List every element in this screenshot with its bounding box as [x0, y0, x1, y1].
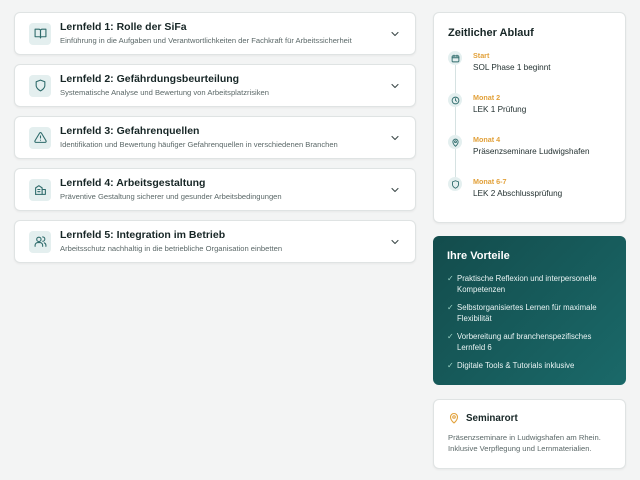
timeline-item: Start SOL Phase 1 beginnt [448, 51, 611, 93]
lernfeld-title: Lernfeld 3: Gefahrenquellen [60, 125, 200, 137]
seminarort-card: Seminarort Präsenzseminare in Ludwigshaf… [433, 399, 626, 469]
location-pin-icon [449, 412, 459, 424]
timeline-label: Monat 4 [473, 135, 501, 144]
building-icon [29, 178, 51, 201]
timeline-item: Monat 2 LEK 1 Prüfung [448, 93, 611, 135]
clock-icon [448, 93, 462, 107]
users-icon [29, 230, 51, 253]
calendar-icon [448, 51, 462, 65]
check-icon: ✓ [447, 274, 454, 283]
lernfeld-4-accordion[interactable]: Lernfeld 4: Arbeitsgestaltung Präventive… [14, 168, 416, 211]
vorteile-title: Ihre Vorteile [447, 250, 510, 262]
timeline-item: Monat 4 Präsenzseminare Ludwigshafen [448, 135, 611, 177]
timeline-value: SOL Phase 1 beginnt [473, 63, 551, 72]
lernfeld-title: Lernfeld 5: Integration im Betrieb [60, 229, 226, 241]
vorteile-card: Ihre Vorteile ✓ Praktische Reflexion und… [433, 236, 626, 385]
lernfeld-title: Lernfeld 1: Rolle der SiFa [60, 21, 187, 33]
book-icon [29, 22, 51, 45]
vorteile-text: Vorbereitung auf branchenspezifisches Le… [457, 332, 592, 352]
vorteile-text: Selbstorganisiertes Lernen für maximale … [457, 303, 597, 323]
seminarort-title: Seminarort [466, 412, 518, 424]
vorteile-item: ✓ Vorbereitung auf branchenspezifisches … [447, 331, 612, 353]
timeline-value: Präsenzseminare Ludwigshafen [473, 147, 590, 156]
check-icon: ✓ [447, 303, 454, 312]
lernfeld-subtitle: Identifikation und Bewertung häufiger Ge… [60, 140, 338, 149]
lernfeld-subtitle: Einführung in die Aufgaben und Verantwor… [60, 36, 352, 45]
lernfeld-5-accordion[interactable]: Lernfeld 5: Integration im Betrieb Arbei… [14, 220, 416, 263]
sidebar: Zeitlicher Ablauf Start SOL Phase 1 begi… [433, 12, 626, 469]
chevron-down-icon[interactable] [389, 132, 401, 144]
lernfeld-title: Lernfeld 4: Arbeitsgestaltung [60, 177, 206, 189]
timeline-item: Monat 6-7 LEK 2 Abschlussprüfung [448, 177, 611, 219]
timeline-list: Start SOL Phase 1 beginnt Monat 2 LEK 1 … [448, 51, 611, 219]
seminarort-text: Präsenzseminare in Ludwigshafen am Rhein… [448, 433, 601, 453]
lernfeld-subtitle: Präventive Gestaltung sicherer und gesun… [60, 192, 282, 201]
timeline-label: Monat 6-7 [473, 177, 507, 186]
check-icon: ✓ [447, 332, 454, 341]
warning-icon [29, 126, 51, 149]
lernfeld-3-accordion[interactable]: Lernfeld 3: Gefahrenquellen Identifikati… [14, 116, 416, 159]
timeline-label: Start [473, 51, 490, 60]
vorteile-text: Praktische Reflexion und interpersonelle… [457, 274, 597, 294]
lernfeld-1-accordion[interactable]: Lernfeld 1: Rolle der SiFa Einführung in… [14, 12, 416, 55]
vorteile-item: ✓ Digitale Tools & Tutorials inklusive [447, 360, 612, 371]
chevron-down-icon[interactable] [389, 236, 401, 248]
vorteile-item: ✓ Praktische Reflexion und interpersonel… [447, 273, 612, 295]
lernfelder-list: Lernfeld 1: Rolle der SiFa Einführung in… [14, 12, 416, 272]
vorteile-list: ✓ Praktische Reflexion und interpersonel… [447, 273, 612, 371]
shield-icon [29, 74, 51, 97]
timeline-value: LEK 1 Prüfung [473, 105, 527, 114]
timeline-label: Monat 2 [473, 93, 501, 102]
check-icon: ✓ [447, 361, 454, 370]
vorteile-item: ✓ Selbstorganisiertes Lernen für maximal… [447, 302, 612, 324]
lernfeld-subtitle: Arbeitsschutz nachhaltig in die betriebl… [60, 244, 283, 253]
timeline-value: LEK 2 Abschlussprüfung [473, 189, 563, 198]
chevron-down-icon[interactable] [389, 184, 401, 196]
timeline-title: Zeitlicher Ablauf [448, 27, 534, 39]
chevron-down-icon[interactable] [389, 28, 401, 40]
chevron-down-icon[interactable] [389, 80, 401, 92]
timeline-card: Zeitlicher Ablauf Start SOL Phase 1 begi… [433, 12, 626, 223]
lernfeld-2-accordion[interactable]: Lernfeld 2: Gefährdungsbeurteilung Syste… [14, 64, 416, 107]
location-pin-icon [448, 135, 462, 149]
lernfeld-title: Lernfeld 2: Gefährdungsbeurteilung [60, 73, 240, 85]
lernfeld-subtitle: Systematische Analyse und Bewertung von … [60, 88, 269, 97]
vorteile-text: Digitale Tools & Tutorials inklusive [457, 361, 575, 370]
shield-icon [448, 177, 462, 191]
